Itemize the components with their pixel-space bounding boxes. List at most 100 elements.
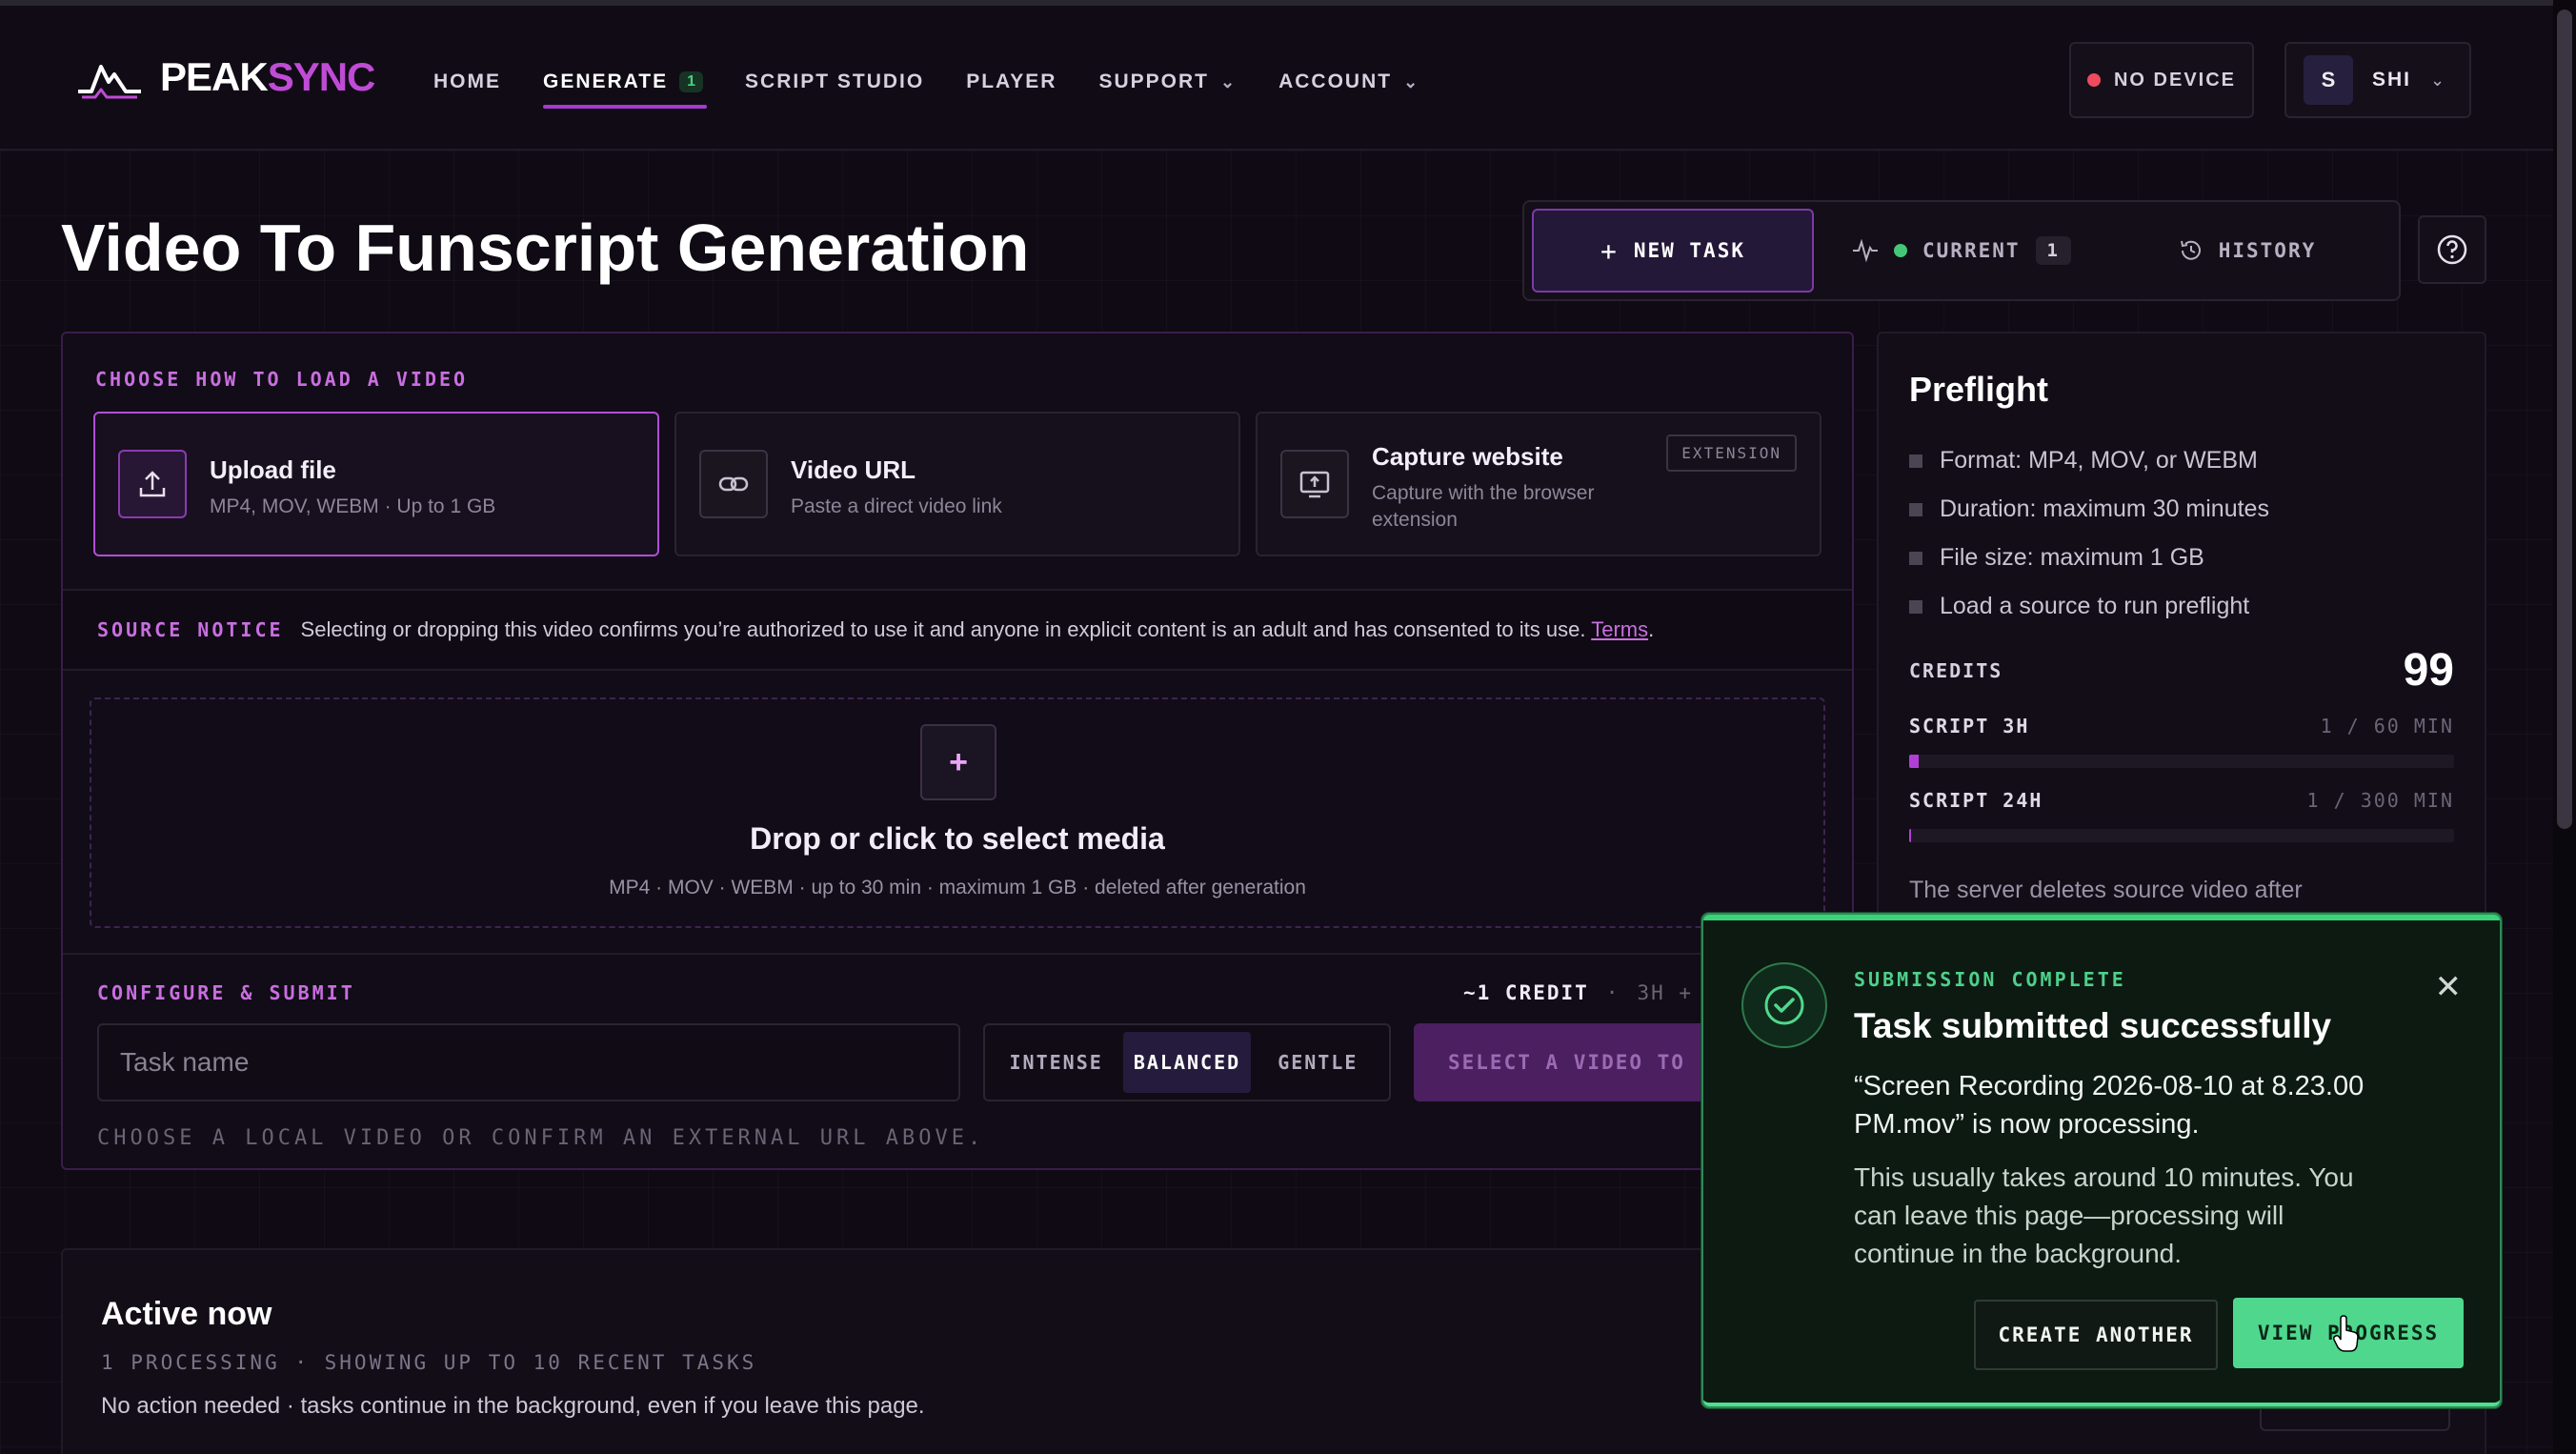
check-circle-icon	[1741, 962, 1827, 1048]
upload-icon	[118, 450, 187, 518]
history-icon	[2180, 240, 2201, 260]
status-dot-icon	[1894, 244, 1908, 257]
list-item: File size: maximum 1 GB	[1909, 534, 2269, 582]
submission-toast: SUBMISSION COMPLETE ✕ Task submitted suc…	[1701, 913, 2502, 1408]
active-meta: 1 PROCESSING · SHOWING UP TO 10 RECENT T…	[101, 1351, 757, 1374]
bullet-icon	[1909, 502, 1922, 516]
hand-cursor-icon	[2333, 1315, 2359, 1352]
intensity-selector: INTENSE BALANCED GENTLE	[983, 1023, 1391, 1101]
credits-row: CREDITS 99	[1909, 644, 2454, 697]
source-notice-text: Selecting or dropping this video confirm…	[300, 617, 1655, 641]
list-item: Load a source to run preflight	[1909, 582, 2269, 631]
bullet-icon	[1909, 551, 1922, 565]
list-item: Duration: maximum 30 minutes	[1909, 485, 2269, 534]
nav-account[interactable]: ACCOUNT ⌄	[1278, 63, 1419, 101]
option-title: Capture website	[1372, 442, 1563, 471]
option-subtitle: Paste a direct video link	[791, 495, 1002, 517]
configure-hint: CHOOSE A LOCAL VIDEO OR CONFIRM AN EXTER…	[97, 1126, 985, 1150]
generation-form-panel: CHOOSE HOW TO LOAD A VIDEO Upload file M…	[61, 332, 1854, 1170]
configure-section: CONFIGURE & SUBMIT ~1 CREDIT · 3H + 2 IN…	[63, 953, 1852, 1168]
preflight-panel: Preflight Format: MP4, MOV, or WEBM Dura…	[1877, 332, 2486, 941]
create-another-button[interactable]: CREATE ANOTHER	[1974, 1300, 2218, 1370]
quota-bar-fill	[1909, 755, 1919, 768]
activity-pulse-icon	[1853, 239, 1879, 262]
option-subtitle: Capture with the browser extension	[1372, 482, 1595, 531]
device-status-button[interactable]: NO DEVICE	[2069, 42, 2254, 118]
quota-script-24h: SCRIPT 24H 1 / 300 MIN	[1909, 789, 2454, 842]
quota-script-3h: SCRIPT 3H 1 / 60 MIN	[1909, 715, 2454, 768]
extension-badge: EXTENSION	[1666, 434, 1797, 472]
toast-label: SUBMISSION COMPLETE	[1854, 968, 2126, 991]
preflight-checklist: Format: MP4, MOV, or WEBM Duration: maxi…	[1909, 436, 2269, 631]
active-title: Active now	[101, 1296, 272, 1332]
tab-history[interactable]: HISTORY	[2109, 209, 2385, 293]
main-nav: HOME GENERATE 1 SCRIPT STUDIO PLAYER SUPP…	[433, 63, 1461, 109]
option-upload-file[interactable]: Upload file MP4, MOV, WEBM · Up to 1 GB	[93, 412, 659, 556]
dropzone-title: Drop or click to select media	[750, 821, 1165, 856]
tab-new-task[interactable]: + NEW TASK	[1532, 209, 1814, 293]
task-tabs: + NEW TASK CURRENT 1 HISTORY	[1522, 200, 2401, 301]
status-dot-icon	[2086, 73, 2101, 87]
intensity-gentle[interactable]: GENTLE	[1255, 1032, 1381, 1093]
user-menu-button[interactable]: S SHI ⌄	[2284, 42, 2471, 118]
screen-capture-icon	[1280, 450, 1349, 518]
toast-file-message: “Screen Recording 2026-08-10 at 8.23.00 …	[1854, 1071, 2365, 1140]
current-count-badge: 1	[2035, 236, 2071, 265]
dropzone-subtitle: MP4 · MOV · WEBM · up to 30 min · maximu…	[609, 877, 1306, 899]
add-media-icon[interactable]: +	[920, 724, 996, 800]
task-name-input[interactable]	[97, 1023, 960, 1101]
source-notice: SOURCE NOTICE Selecting or dropping this…	[63, 589, 1852, 671]
quota-bar	[1909, 829, 2454, 842]
credits-value: 99	[2403, 645, 2454, 696]
brand-logo[interactable]: PEAKSYNC	[76, 53, 375, 101]
generate-count-badge: 1	[679, 71, 704, 92]
bullet-icon	[1909, 599, 1922, 614]
media-dropzone[interactable]: + Drop or click to select media MP4 · MO…	[90, 697, 1825, 928]
avatar: S	[2304, 55, 2353, 105]
chevron-down-icon: ⌄	[1403, 71, 1420, 91]
help-button[interactable]	[2418, 215, 2486, 284]
mountain-pulse-icon	[78, 65, 141, 99]
top-navigation-bar: PEAKSYNC HOME GENERATE 1 SCRIPT STUDIO PL…	[0, 6, 2553, 151]
bullet-icon	[1909, 454, 1922, 468]
preflight-title: Preflight	[1909, 370, 2049, 409]
option-video-url[interactable]: Video URL Paste a direct video link	[674, 412, 1240, 556]
credit-cost: ~1 CREDIT	[1463, 981, 1589, 1004]
help-icon	[2437, 234, 2467, 265]
toast-title: Task submitted successfully	[1854, 1006, 2332, 1045]
page-scrollbar[interactable]	[2553, 0, 2576, 1454]
plus-icon: +	[1600, 234, 1619, 267]
nav-home[interactable]: HOME	[433, 63, 501, 101]
nav-script-studio[interactable]: SCRIPT STUDIO	[745, 63, 924, 101]
option-capture-website[interactable]: Capture website Capture with the browser…	[1256, 412, 1821, 556]
quota-bar-fill	[1909, 829, 1912, 842]
chevron-down-icon: ⌄	[2430, 70, 2445, 90]
configure-label: CONFIGURE & SUBMIT	[97, 981, 355, 1004]
option-title: Video URL	[791, 455, 916, 484]
terms-link[interactable]: Terms	[1591, 617, 1648, 641]
link-icon	[699, 450, 768, 518]
active-note: No action needed · tasks continue in the…	[101, 1393, 925, 1419]
nav-generate[interactable]: GENERATE 1	[543, 63, 708, 109]
toast-body: This usually takes around 10 minutes. Yo…	[1854, 1162, 2354, 1268]
nav-support[interactable]: SUPPORT ⌄	[1098, 63, 1237, 101]
cost-summary: ~1 CREDIT · 3H + 2	[1463, 981, 1721, 1004]
quota-bar	[1909, 755, 2454, 768]
source-notice-label: SOURCE NOTICE	[97, 618, 284, 641]
brand-name: PEAKSYNC	[160, 54, 375, 99]
preflight-note: The server deletes source video after	[1909, 877, 2303, 903]
intensity-intense[interactable]: INTENSE	[993, 1032, 1119, 1093]
tab-current[interactable]: CURRENT 1	[1814, 209, 2109, 293]
scrollbar-thumb[interactable]	[2557, 10, 2572, 829]
list-item: Format: MP4, MOV, or WEBM	[1909, 436, 2269, 485]
credits-label: CREDITS	[1909, 658, 2003, 682]
nav-player[interactable]: PLAYER	[966, 63, 1057, 101]
chevron-down-icon: ⌄	[1220, 71, 1238, 91]
user-name: SHI	[2372, 69, 2412, 91]
option-title: Upload file	[210, 455, 336, 484]
intensity-balanced[interactable]: BALANCED	[1123, 1032, 1251, 1093]
page-title: Video To Funscript Generation	[61, 211, 1030, 285]
option-subtitle: MP4, MOV, WEBM · Up to 1 GB	[210, 495, 496, 517]
close-icon[interactable]: ✕	[2435, 968, 2463, 1006]
toast-accent-bar	[1703, 915, 2500, 920]
